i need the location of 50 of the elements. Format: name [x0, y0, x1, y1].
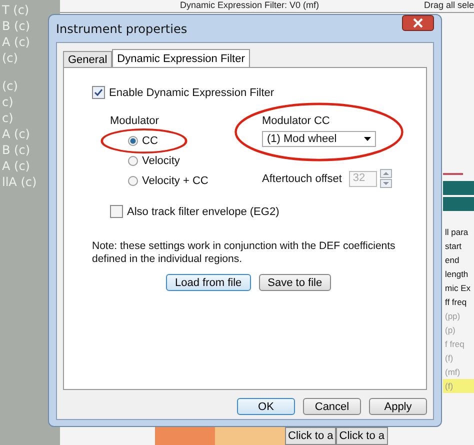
filter-title: Dynamic Expression Filter: V0 (mf)	[180, 0, 320, 11]
checkbox-label: Also track filter envelope (EG2)	[127, 206, 280, 218]
drag-label: Drag all sele	[424, 0, 474, 11]
note-text: Note: these settings work in conjunction with the DEF coefficients defined in the individual regions.	[92, 240, 396, 266]
parameter-label: start	[444, 240, 463, 253]
checkbox[interactable]	[110, 205, 123, 218]
parameter-label: f freq	[444, 338, 466, 351]
click-button[interactable]: Click to a	[336, 427, 388, 445]
radio-button[interactable]	[128, 176, 138, 186]
spinner-arrows-icon	[380, 169, 392, 188]
radio-label: Velocity + CC	[142, 175, 208, 187]
parameter-label: (pp)	[444, 310, 462, 323]
parameter-label: (p)	[444, 324, 456, 337]
radio-button[interactable]	[128, 136, 138, 146]
checkbox-label: Enable Dynamic Expression Filter	[109, 86, 274, 98]
close-button[interactable]	[402, 14, 434, 30]
modulator-dropdown[interactable]: (1) Mod wheel	[262, 131, 376, 147]
caret-icon	[364, 137, 371, 141]
tab[interactable]: General	[63, 51, 112, 67]
modulator-label: Modulator	[110, 115, 160, 129]
click-button[interactable]: Click to a	[285, 427, 336, 445]
parameter-label: (f)	[444, 352, 454, 365]
parameter-label: (f)	[443, 379, 474, 393]
aftertouch-label: Aftertouch offset	[262, 172, 342, 184]
dialog-button[interactable]: Apply	[369, 398, 427, 415]
checkbox[interactable]	[92, 86, 105, 99]
region-block	[155, 427, 215, 445]
parameter-label: mic Ex	[444, 282, 472, 295]
parameter-label: ff freq	[444, 296, 468, 309]
list-item[interactable]: T (c)	[0, 3, 60, 19]
tab[interactable]: Dynamic Expression Filter	[112, 49, 250, 68]
file-button[interactable]: Load from file	[166, 274, 251, 291]
radio-button[interactable]	[128, 156, 138, 166]
window-title: Instrument properties	[56, 22, 188, 36]
modulator-cc-label: Modulator CC	[262, 115, 331, 129]
connector-icon	[443, 173, 463, 175]
dialog-button[interactable]: OK	[237, 398, 295, 415]
selected-row	[443, 181, 474, 195]
dialog-button[interactable]: Cancel	[303, 398, 361, 415]
radio-label: Velocity	[142, 155, 180, 167]
parameter-label: end	[444, 254, 460, 267]
file-button[interactable]: Save to file	[258, 274, 332, 291]
parameter-label: (mf)	[444, 366, 462, 379]
spinner[interactable]	[380, 169, 392, 188]
close-icon	[412, 18, 424, 28]
selected-row	[443, 197, 474, 211]
radio-label: CC	[142, 135, 158, 147]
parameter-label: ll para	[444, 226, 470, 239]
region-block	[215, 427, 285, 445]
parameter-label: length	[444, 268, 470, 281]
